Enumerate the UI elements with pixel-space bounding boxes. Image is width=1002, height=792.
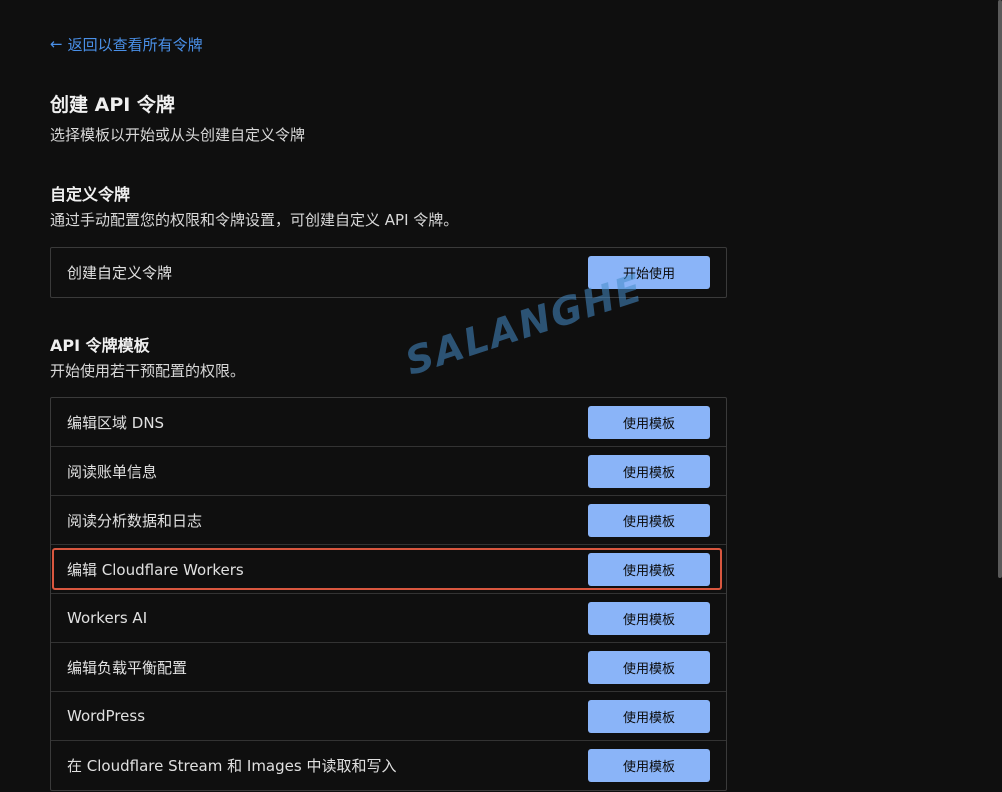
back-to-tokens-link[interactable]: ← 返回以查看所有令牌	[50, 34, 203, 55]
custom-token-row: 创建自定义令牌 开始使用	[51, 248, 726, 297]
arrow-left-icon: ←	[50, 35, 63, 53]
template-label: 编辑 Cloudflare Workers	[67, 560, 244, 579]
template-label: Workers AI	[67, 609, 148, 627]
template-row-edit-workers: 编辑 Cloudflare Workers 使用模板	[51, 545, 726, 594]
template-row-stream-images: 在 Cloudflare Stream 和 Images 中读取和写入 使用模板	[51, 741, 726, 790]
template-label: 阅读账单信息	[67, 462, 158, 481]
use-template-button[interactable]: 使用模板	[588, 552, 710, 586]
page-title: 创建 API 令牌	[50, 94, 175, 116]
back-link-label: 返回以查看所有令牌	[67, 36, 203, 54]
custom-token-section-description: 通过手动配置您的权限和令牌设置，可创建自定义 API 令牌。	[50, 211, 459, 229]
templates-section-title: API 令牌模板	[50, 336, 150, 355]
template-row-read-billing: 阅读账单信息 使用模板	[51, 447, 726, 496]
template-label: WordPress	[67, 707, 146, 725]
use-template-button[interactable]: 使用模板	[588, 699, 710, 733]
use-template-button[interactable]: 使用模板	[588, 650, 710, 684]
use-template-button[interactable]: 使用模板	[588, 405, 710, 439]
template-row-edit-load-balancing: 编辑负载平衡配置 使用模板	[51, 643, 726, 692]
template-row-read-analytics-logs: 阅读分析数据和日志 使用模板	[51, 496, 726, 545]
template-label: 编辑负载平衡配置	[67, 658, 188, 677]
template-row-wordpress: WordPress 使用模板	[51, 692, 726, 741]
template-label: 编辑区域 DNS	[67, 413, 165, 432]
custom-token-section-title: 自定义令牌	[50, 185, 131, 204]
custom-token-label: 创建自定义令牌	[67, 264, 173, 282]
template-label: 在 Cloudflare Stream 和 Images 中读取和写入	[67, 757, 397, 775]
use-template-button[interactable]: 使用模板	[588, 601, 710, 635]
use-template-button[interactable]: 使用模板	[588, 503, 710, 537]
templates-list: 编辑区域 DNS 使用模板 阅读账单信息 使用模板 阅读分析数据和日志 使用模板…	[50, 397, 727, 791]
use-template-button[interactable]: 使用模板	[588, 749, 710, 782]
template-label: 阅读分析数据和日志	[67, 511, 203, 530]
get-started-button[interactable]: 开始使用	[588, 256, 710, 289]
templates-section-description: 开始使用若干预配置的权限。	[50, 362, 246, 380]
template-row-workers-ai: Workers AI 使用模板	[51, 594, 726, 643]
template-row-edit-zone-dns: 编辑区域 DNS 使用模板	[51, 398, 726, 447]
use-template-button[interactable]: 使用模板	[588, 454, 710, 488]
custom-token-box: 创建自定义令牌 开始使用	[50, 247, 727, 298]
scrollbar[interactable]	[998, 0, 1002, 578]
page-subtitle: 选择模板以开始或从头创建自定义令牌	[50, 126, 306, 144]
